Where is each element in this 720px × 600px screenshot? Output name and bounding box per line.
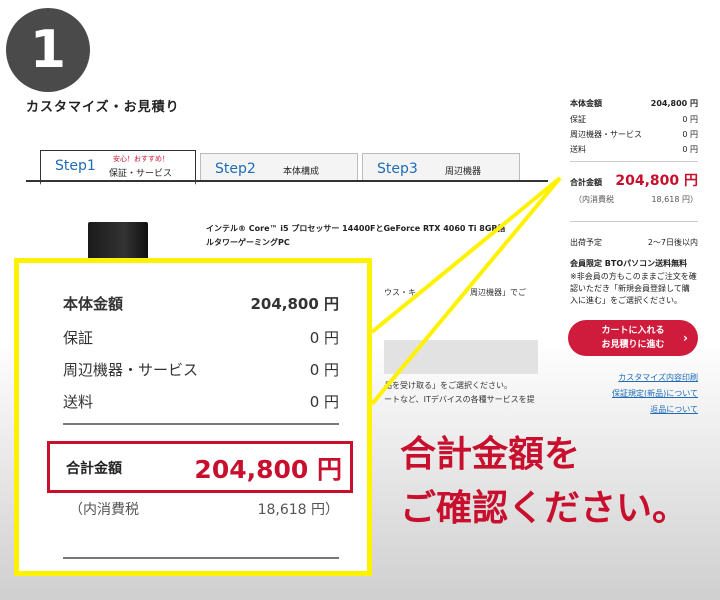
zoom-tax-value: 18,618 円） — [257, 502, 339, 518]
zoom-divider — [63, 423, 339, 425]
zoom-shipping-value: 0 円 — [309, 393, 339, 411]
zoom-body-label: 本体金額 — [63, 295, 124, 313]
zoom-warranty-value: 0 円 — [309, 329, 339, 347]
zoom-total-value: 204,800 円 — [194, 455, 342, 484]
zoom-shipping-label: 送料 — [63, 393, 94, 411]
message-line1: 合計金額を — [400, 434, 581, 475]
zoom-peripherals-value: 0 円 — [309, 361, 339, 379]
zoom-total-label: 合計金額 — [66, 461, 122, 477]
screenshot-stage: 1 カスタマイズ・お見積り Step1 安心！おすすめ！ 保証・サービス Ste… — [0, 0, 720, 600]
zoom-total-highlight: 合計金額 204,800 円 — [47, 441, 353, 493]
zoomed-summary-box: 本体金額 204,800 円 保証 0 円 周辺機器・サービス 0 円 送料 0… — [14, 258, 372, 576]
zoom-tax-label: （内消費税 — [69, 502, 139, 518]
callout-line — [370, 176, 562, 406]
zoom-divider-2 — [63, 557, 339, 559]
message-line2: ご確認ください。 — [400, 488, 689, 529]
zoom-peripherals-label: 周辺機器・サービス — [63, 361, 199, 379]
zoom-body-value: 204,800 円 — [250, 295, 339, 313]
zoom-warranty-label: 保証 — [63, 329, 94, 347]
